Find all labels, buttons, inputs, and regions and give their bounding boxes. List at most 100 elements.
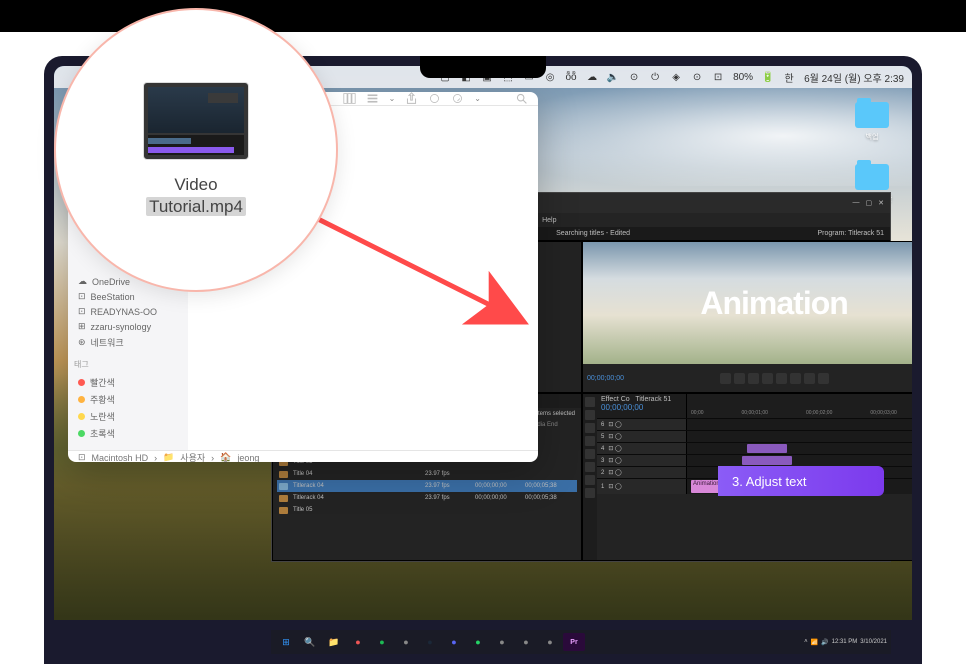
more-icon[interactable] — [451, 92, 464, 105]
tag-icon[interactable] — [428, 92, 441, 105]
tray-wifi-icon[interactable]: 📶 — [811, 639, 818, 646]
type-tool[interactable] — [585, 488, 595, 498]
search-icon[interactable] — [515, 92, 528, 105]
extract-button[interactable] — [804, 373, 815, 384]
taskbar-spotify[interactable]: ● — [371, 633, 393, 651]
taskbar-app[interactable]: ● — [395, 633, 417, 651]
mark-in-button[interactable] — [720, 373, 731, 384]
video-file-thumbnail[interactable] — [143, 82, 249, 160]
selection-tool[interactable] — [585, 397, 595, 407]
sidebar-item-location[interactable]: ⊡BeeStation — [74, 289, 182, 304]
step-fwd-button[interactable] — [776, 373, 787, 384]
taskbar-date: 3/10/2021 — [860, 639, 887, 645]
hangul-icon[interactable]: 한 — [783, 71, 795, 83]
timeline-track[interactable]: 3 ⊡ ◯ — [597, 454, 912, 466]
project-item-selected[interactable]: Titlerack 0423.97 fps00;00;00;0000;00;05… — [277, 480, 577, 492]
export-frame-button[interactable] — [818, 373, 829, 384]
timeline-header: Effect Co Titlerack 51 00;00;00;00 00;00… — [597, 394, 912, 418]
breadcrumb-item[interactable]: 사용자 — [180, 451, 205, 462]
taskbar-app[interactable]: ● — [443, 633, 465, 651]
video-file-name: Video Tutorial.mp4 — [146, 174, 246, 218]
battery-percent: 80% — [733, 72, 753, 83]
desktop-folder[interactable]: 백업 — [848, 102, 896, 142]
drive-icon: ⊡ — [78, 291, 86, 302]
project-item[interactable]: Titlerack 0423.97 fps00;00;00;0000;00;05… — [277, 492, 577, 504]
taskbar-explorer[interactable]: 📁 — [323, 633, 345, 651]
timeline-timecode: 00;00;00;00 — [601, 403, 682, 412]
razor-tool[interactable] — [585, 436, 595, 446]
menubar-icon[interactable]: ⏻ — [649, 71, 661, 83]
lift-button[interactable] — [790, 373, 801, 384]
columns-view-icon[interactable] — [343, 92, 356, 105]
chevron-down-icon[interactable]: ⌄ — [389, 94, 396, 103]
tag-dot-icon — [78, 430, 85, 437]
sidebar-item-location[interactable]: ⊞zzaru-synology — [74, 319, 182, 334]
timeline-track[interactable]: 4 ⊡ ◯ — [597, 442, 912, 454]
wifi-icon[interactable]: ⊙ — [691, 71, 703, 83]
start-button[interactable]: ⊞ — [275, 633, 297, 651]
tag-dot-icon — [78, 396, 85, 403]
program-video[interactable]: Animation — [583, 242, 912, 364]
minimize-button[interactable]: — — [853, 199, 860, 207]
track-select-tool[interactable] — [585, 410, 595, 420]
taskbar-premiere[interactable]: Pr — [563, 633, 585, 651]
bin-icon — [279, 507, 288, 514]
taskbar-chrome[interactable]: ● — [347, 633, 369, 651]
mark-out-button[interactable] — [734, 373, 745, 384]
close-button[interactable]: ✕ — [878, 199, 884, 207]
taskbar-tray[interactable]: ˄ 📶 🔊 12:31 PM 3/10/2021 — [804, 639, 887, 646]
ripple-tool[interactable] — [585, 423, 595, 433]
chevron-down-icon[interactable]: ⌄ — [474, 94, 481, 103]
step-back-button[interactable] — [748, 373, 759, 384]
menu-help[interactable]: Help — [542, 217, 556, 224]
cloud-icon[interactable]: ☁ — [586, 71, 598, 83]
taskbar-app[interactable]: ● — [515, 633, 537, 651]
timeline-track[interactable]: 6 ⊡ ◯ — [597, 418, 912, 430]
taskbar-search[interactable]: 🔍 — [299, 633, 321, 651]
workspace-tab[interactable]: Searching titles - Edited — [556, 230, 630, 237]
nas-icon: ⊞ — [78, 321, 86, 332]
maximize-button[interactable]: ▢ — [866, 199, 873, 207]
sidebar-tag[interactable]: 노란색 — [74, 408, 182, 425]
taskbar-app[interactable]: ● — [491, 633, 513, 651]
bin-icon — [279, 495, 288, 502]
airdrop-icon[interactable]: ◈ — [670, 71, 682, 83]
view-options-icon[interactable] — [366, 92, 379, 105]
taskbar-steam[interactable]: ● — [419, 633, 441, 651]
taskbar-app[interactable]: ● — [539, 633, 561, 651]
timeline-track[interactable]: 5 ⊡ ◯ — [597, 430, 912, 442]
sidebar-item-location[interactable]: ⊡READYNAS-OO — [74, 304, 182, 319]
program-monitor-panel: Animation 00;00;00;00 00 — [582, 241, 912, 393]
hand-tool[interactable] — [585, 475, 595, 485]
slip-tool[interactable] — [585, 449, 595, 459]
pen-tool[interactable] — [585, 462, 595, 472]
breadcrumb-item[interactable]: jeong — [237, 453, 259, 463]
drive-icon: ⊡ — [78, 306, 86, 317]
tray-vol-icon[interactable]: 🔊 — [821, 639, 828, 646]
sidebar-tag[interactable]: 빨간색 — [74, 374, 182, 391]
cloud-icon: ☁ — [78, 276, 87, 287]
volume-icon[interactable]: 🔈 — [607, 71, 619, 83]
battery-icon: 🔋 — [762, 71, 774, 83]
timeline-ruler[interactable]: 00;00 00;00;01;00 00;00;02;00 00;00;03;0… — [687, 394, 912, 418]
tray-chevron-icon[interactable]: ˄ — [804, 639, 808, 645]
breadcrumb-item[interactable]: Macintosh HD — [92, 453, 149, 463]
menubar-icon[interactable]: ◎ — [544, 71, 556, 83]
project-item[interactable]: Title 0423.97 fps — [277, 468, 577, 480]
menubar-icon[interactable]: ȭȭ — [565, 71, 577, 83]
sidebar-tag[interactable]: 초록색 — [74, 425, 182, 442]
callout-circle: Video Tutorial.mp4 — [54, 8, 338, 292]
thumbnail-timeline — [148, 135, 244, 155]
sidebar-tag[interactable]: 주황색 — [74, 391, 182, 408]
folder-label: 백업 — [848, 132, 896, 142]
share-icon[interactable] — [405, 92, 418, 105]
network-icon: ⊛ — [78, 337, 86, 348]
play-button[interactable] — [762, 373, 773, 384]
taskbar-whatsapp[interactable]: ● — [467, 633, 489, 651]
menubar-icon[interactable]: ⊡ — [712, 71, 724, 83]
program-label[interactable]: Program: Titlerack 51 — [817, 230, 884, 237]
sidebar-item-location[interactable]: ⊛네트워크 — [74, 334, 182, 351]
menubar-icon[interactable]: ⊙ — [628, 71, 640, 83]
project-item[interactable]: Title 05 — [277, 504, 577, 516]
tag-dot-icon — [78, 379, 85, 386]
